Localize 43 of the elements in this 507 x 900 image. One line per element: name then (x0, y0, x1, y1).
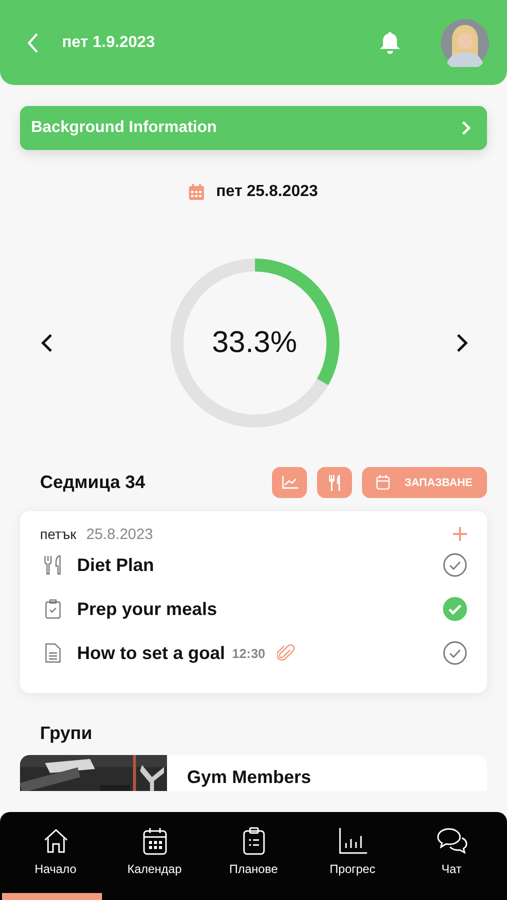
chart-button[interactable] (272, 467, 307, 498)
add-icon[interactable] (453, 527, 467, 541)
cutlery-icon (43, 555, 63, 575)
meals-button[interactable] (317, 467, 352, 498)
done-checkbox[interactable] (443, 641, 467, 665)
done-checkbox[interactable] (443, 597, 467, 621)
next-day-icon[interactable] (455, 333, 469, 353)
previous-day-icon[interactable] (40, 333, 54, 353)
nav-tab[interactable]: Начало (8, 826, 104, 900)
groups-title: Групи (40, 723, 94, 744)
week-title: Седмица 34 (40, 472, 146, 493)
progress-reading: 33.3% (210, 326, 298, 360)
cutlery-icon (328, 474, 341, 490)
chart-icon (282, 476, 298, 489)
nav-tab[interactable]: Чат (404, 826, 500, 900)
chat-bubbles-icon (436, 827, 468, 855)
clipboard-check-icon (45, 599, 61, 619)
task-time: 12:30 (232, 646, 266, 660)
calendar-icon (142, 827, 166, 855)
task-title[interactable]: How to set a goal (77, 642, 226, 664)
selected-date: пет 25.8.2023 (216, 183, 318, 201)
back-icon[interactable] (26, 32, 40, 54)
day-date: 25.8.2023 (86, 526, 154, 542)
paperclip-icon[interactable] (277, 643, 296, 663)
avatar[interactable] (441, 18, 489, 66)
weekday-label: петък (40, 526, 76, 542)
group-name[interactable]: Gym Members (187, 767, 312, 789)
calendar-icon (189, 184, 204, 200)
task-title[interactable]: Diet Plan (77, 554, 154, 576)
calendar-icon (376, 475, 390, 490)
bar-chart-icon (338, 828, 366, 854)
nav-tab[interactable]: Планове (206, 826, 302, 900)
bell-icon[interactable] (379, 30, 401, 54)
done-checkbox[interactable] (443, 553, 467, 577)
nav-tab[interactable]: Календар (106, 826, 202, 900)
document-icon (45, 643, 61, 663)
nav-tab[interactable]: Прогрес (304, 826, 400, 900)
clipboard-list-icon (242, 827, 264, 855)
group-card[interactable]: Gym Members (20, 755, 487, 791)
header-date: пет 1.9.2023 (62, 34, 156, 52)
task-title[interactable]: Prep your meals (77, 598, 218, 620)
chevron-right-icon (461, 121, 471, 135)
home-icon (42, 828, 68, 854)
